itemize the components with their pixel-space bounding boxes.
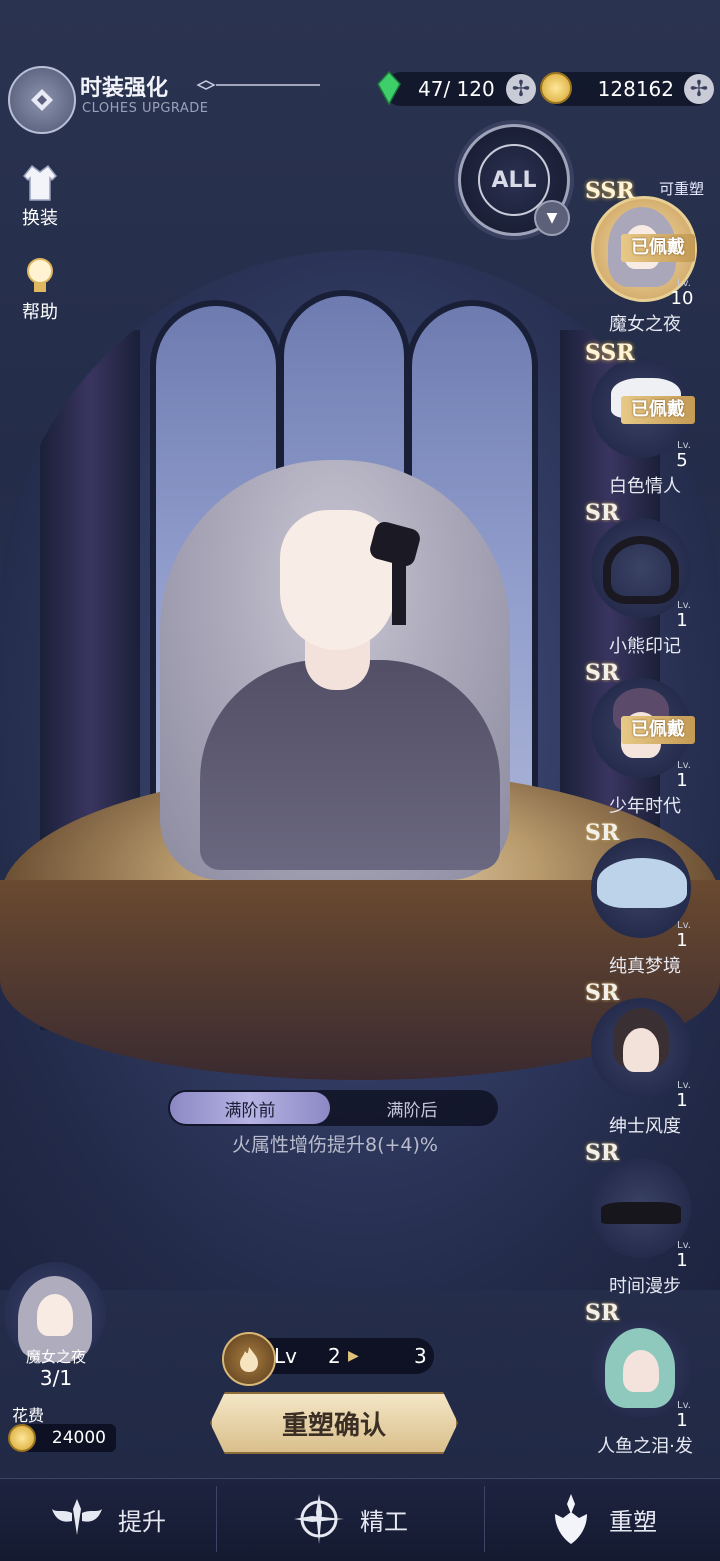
rarity-badge: SR bbox=[585, 1140, 620, 1166]
title-ornament-icon bbox=[196, 80, 320, 90]
list-item[interactable]: SR Lv. 1 纯真梦境 bbox=[585, 820, 715, 977]
nav-refine-label: 精工 bbox=[360, 1507, 408, 1536]
item-level: 1 bbox=[676, 610, 688, 631]
list-item[interactable]: SSR 已佩戴 Lv. 5 白色情人 bbox=[585, 340, 715, 497]
item-name: 小熊印记 bbox=[609, 636, 681, 657]
item-thumbnail bbox=[591, 998, 691, 1098]
item-name: 白色情人 bbox=[609, 476, 681, 497]
rarity-badge: SSR bbox=[585, 340, 635, 366]
stamina-value: 47/ 120 bbox=[418, 77, 495, 101]
nav-upgrade-label: 提升 bbox=[118, 1507, 166, 1536]
back-icon bbox=[31, 89, 53, 111]
item-name: 少年时代 bbox=[609, 796, 681, 817]
list-item[interactable]: SSR 可重塑 已佩戴 Lv. 10 魔女之夜 bbox=[585, 178, 715, 335]
item-level: 1 bbox=[676, 1090, 688, 1111]
item-thumbnail bbox=[591, 518, 691, 618]
rarity-badge: SR bbox=[585, 820, 620, 846]
character-body bbox=[200, 660, 500, 870]
item-name: 时间漫步 bbox=[609, 1276, 681, 1297]
level-from: 2 bbox=[328, 1344, 341, 1368]
rarity-badge: SR bbox=[585, 660, 620, 686]
item-level: 10 bbox=[670, 288, 694, 309]
selected-item-name: 魔女之夜 bbox=[25, 1348, 86, 1366]
wings-icon bbox=[52, 1499, 102, 1535]
dress-up-button[interactable]: 换装 bbox=[12, 162, 68, 230]
item-name: 纯真梦境 bbox=[609, 956, 681, 977]
page-subtitle: CLOHES UPGRADE bbox=[82, 101, 209, 116]
level-to: 3 bbox=[414, 1344, 427, 1368]
list-item[interactable]: SR Lv. 1 小熊印记 bbox=[585, 500, 715, 657]
help-button[interactable]: 帮助 bbox=[12, 256, 68, 324]
rarity-badge: SSR bbox=[585, 178, 635, 204]
list-item[interactable]: SR Lv. 1 时间漫步 bbox=[585, 1140, 715, 1297]
back-button[interactable] bbox=[8, 66, 76, 134]
arrow-right-icon: ▶ bbox=[348, 1348, 359, 1364]
help-label: 帮助 bbox=[22, 302, 58, 323]
dress-up-label: 换装 bbox=[22, 208, 58, 229]
worn-badge: 已佩戴 bbox=[621, 396, 695, 424]
filter-dropdown-button[interactable]: ▼ bbox=[534, 200, 570, 236]
item-level: 5 bbox=[676, 450, 688, 471]
tab-after-max[interactable]: 满阶后 bbox=[332, 1092, 492, 1124]
item-thumbnail bbox=[591, 1318, 691, 1418]
stamina-crystal-icon bbox=[377, 70, 401, 106]
item-thumbnail bbox=[591, 1158, 691, 1258]
chevron-down-icon: ▼ bbox=[546, 210, 558, 226]
add-coins-button[interactable]: ✢ bbox=[684, 74, 714, 104]
add-stamina-button[interactable]: ✢ bbox=[506, 74, 536, 104]
nav-reshape[interactable]: 重塑 bbox=[484, 1478, 720, 1560]
item-level: 1 bbox=[676, 1250, 688, 1271]
stat-description: 火属性增伤提升8(+4)% bbox=[232, 1134, 438, 1156]
item-level: 1 bbox=[676, 930, 688, 951]
worn-badge: 已佩戴 bbox=[621, 716, 695, 744]
coin-icon bbox=[8, 1424, 36, 1452]
item-level: 1 bbox=[676, 770, 688, 791]
nav-upgrade[interactable]: 提升 bbox=[0, 1478, 216, 1560]
coin-icon bbox=[540, 72, 572, 104]
crest-icon bbox=[555, 1494, 587, 1544]
rarity-badge: SR bbox=[585, 980, 620, 1006]
coin-value: 128162 bbox=[597, 77, 674, 101]
page-title: 时装强化 bbox=[80, 76, 169, 101]
nav-refine[interactable]: 精工 bbox=[216, 1478, 484, 1560]
outfit-icon bbox=[22, 164, 58, 201]
list-item[interactable]: SR 已佩戴 Lv. 1 少年时代 bbox=[585, 660, 715, 817]
lightbulb-icon bbox=[27, 258, 53, 292]
compass-icon bbox=[294, 1494, 344, 1544]
reshape-confirm-button[interactable]: 重塑确认 bbox=[210, 1392, 458, 1454]
cost-value: 24000 bbox=[51, 1428, 106, 1448]
list-item[interactable]: SR Lv. 1 人鱼之泪·发 bbox=[585, 1300, 715, 1457]
rarity-badge: SR bbox=[585, 500, 620, 526]
item-thumbnail bbox=[591, 838, 691, 938]
level-label: Lv bbox=[274, 1344, 297, 1368]
worn-badge: 已佩戴 bbox=[621, 234, 695, 262]
item-name: 魔女之夜 bbox=[609, 314, 681, 335]
item-level: 1 bbox=[676, 1410, 688, 1431]
flame-icon bbox=[240, 1347, 258, 1372]
nav-reshape-label: 重塑 bbox=[609, 1507, 657, 1536]
list-item[interactable]: SR Lv. 1 绅士风度 bbox=[585, 980, 715, 1137]
item-name: 绅士风度 bbox=[609, 1116, 681, 1137]
selected-item-count: 3/1 bbox=[39, 1366, 73, 1390]
item-name: 人鱼之泪·发 bbox=[597, 1436, 693, 1457]
reshapeable-tag: 可重塑 bbox=[659, 180, 705, 198]
cost-label: 花费 bbox=[12, 1406, 45, 1425]
tab-before-max[interactable]: 满阶前 bbox=[170, 1092, 330, 1124]
rarity-badge: SR bbox=[585, 1300, 620, 1326]
level-up-icon bbox=[222, 1332, 276, 1386]
